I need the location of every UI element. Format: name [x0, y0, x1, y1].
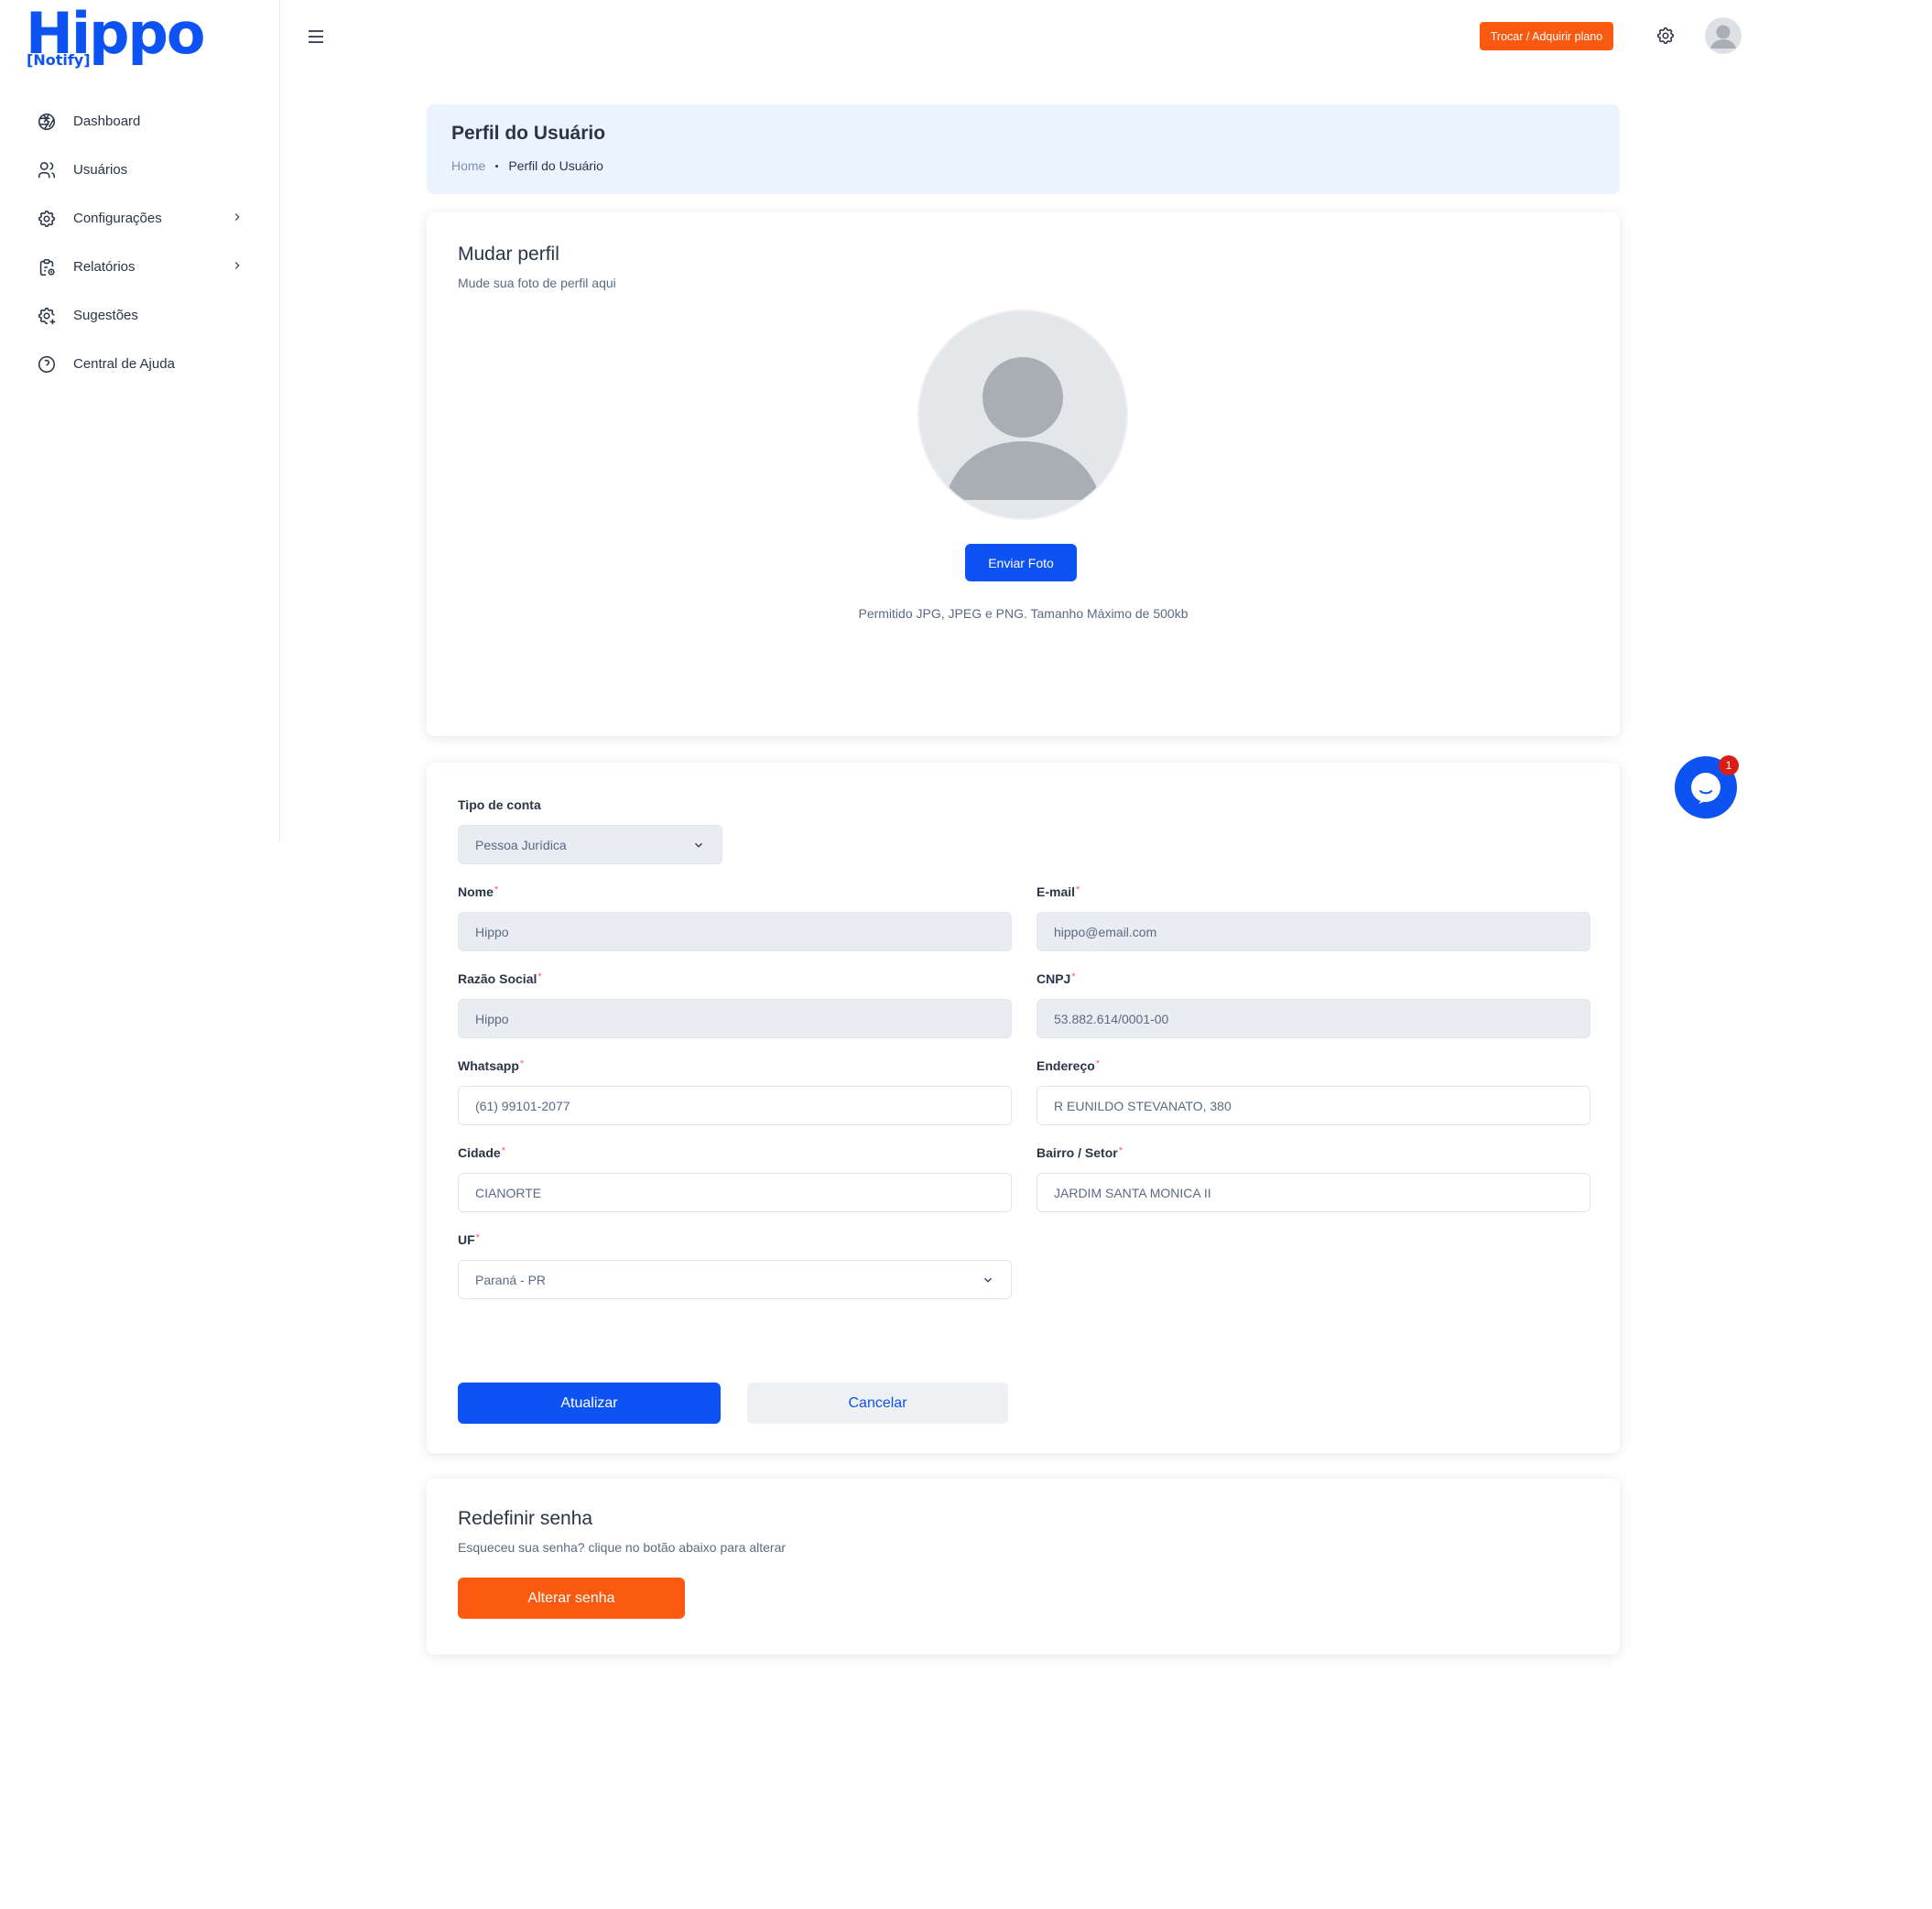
sidebar-item-label: Relatórios	[73, 259, 136, 275]
razao-social-field[interactable]	[458, 999, 1012, 1038]
settings-gear-icon[interactable]	[1655, 26, 1676, 46]
cancel-button[interactable]: Cancelar	[747, 1383, 1008, 1424]
sidebar-item-label: Dashboard	[73, 114, 141, 129]
account-type-select[interactable]: Pessoa Jurídica	[458, 825, 722, 864]
whatsapp-label: Whatsapp*	[458, 1058, 525, 1073]
menu-toggle-icon[interactable]	[305, 26, 327, 48]
cidade-label: Cidade*	[458, 1145, 505, 1160]
sidebar-nav: Dashboard Usuários Configurações Relatór…	[0, 97, 280, 388]
bairro-label: Bairro / Setor*	[1037, 1145, 1123, 1160]
uf-select[interactable]: Paraná - PR	[458, 1260, 1012, 1299]
gear-icon	[37, 209, 57, 229]
bairro-field[interactable]	[1037, 1173, 1590, 1212]
clipboard-icon	[37, 257, 57, 277]
profile-photo-card: Mudar perfil Mude sua foto de perfil aqu…	[427, 212, 1620, 736]
password-card: Redefinir senha Esqueceu sua senha? cliq…	[427, 1479, 1620, 1654]
photo-hint-text: Permitido JPG, JPEG e PNG. Tamanho Máxim…	[858, 606, 1189, 621]
razao-social-label: Razão Social*	[458, 971, 542, 986]
aperture-icon	[37, 112, 57, 132]
upload-photo-button[interactable]: Enviar Foto	[965, 544, 1077, 581]
sidebar: Hippo [Notify] Dashboard Usuários Config…	[0, 0, 280, 841]
chevron-down-icon	[692, 839, 705, 851]
plan-button[interactable]: Trocar / Adquirir plano	[1480, 22, 1613, 50]
profile-photo-placeholder	[919, 311, 1126, 518]
sidebar-item-dashboard[interactable]: Dashboard	[0, 97, 280, 146]
endereco-field[interactable]	[1037, 1086, 1590, 1125]
password-card-title: Redefinir senha	[458, 1508, 593, 1529]
page-title: Perfil do Usuário	[451, 123, 606, 144]
sidebar-item-label: Sugestões	[73, 308, 138, 323]
logo[interactable]: Hippo [Notify]	[26, 0, 205, 71]
change-password-button[interactable]: Alterar senha	[458, 1578, 685, 1619]
chevron-right-icon	[231, 259, 244, 272]
cnpj-label: CNPJ*	[1037, 971, 1076, 986]
sidebar-item-usuarios[interactable]: Usuários	[0, 146, 280, 194]
uf-label: UF*	[458, 1232, 480, 1247]
sidebar-item-central-de-ajuda[interactable]: Central de Ajuda	[0, 340, 280, 388]
page-header: Perfil do Usuário Home Perfil do Usuário	[427, 104, 1620, 194]
update-button[interactable]: Atualizar	[458, 1383, 721, 1424]
chat-notification-badge: 1	[1719, 755, 1739, 776]
profile-card-title: Mudar perfil	[458, 244, 559, 265]
nome-label: Nome*	[458, 884, 499, 899]
sidebar-item-configuracoes[interactable]: Configurações	[0, 194, 280, 243]
gear-plus-icon	[37, 306, 57, 326]
breadcrumb-separator	[495, 164, 499, 168]
logo-subtitle: [Notify]	[27, 51, 91, 69]
sidebar-item-label: Configurações	[73, 211, 162, 226]
account-type-label: Tipo de conta	[458, 797, 541, 812]
breadcrumb-current: Perfil do Usuário	[508, 158, 603, 173]
chevron-right-icon	[231, 211, 244, 223]
profile-card-subtitle: Mude sua foto de perfil aqui	[458, 276, 616, 290]
nome-field[interactable]	[458, 912, 1012, 951]
sidebar-item-sugestoes[interactable]: Sugestões	[0, 291, 280, 340]
breadcrumb: Home Perfil do Usuário	[451, 158, 603, 173]
password-card-subtitle: Esqueceu sua senha? clique no botão abai…	[458, 1540, 787, 1555]
endereco-label: Endereço*	[1037, 1058, 1101, 1073]
whatsapp-field[interactable]	[458, 1086, 1012, 1125]
chevron-down-icon	[982, 1274, 994, 1286]
sidebar-item-label: Central de Ajuda	[73, 356, 175, 372]
uf-value: Paraná - PR	[475, 1272, 547, 1287]
breadcrumb-home-link[interactable]: Home	[451, 158, 485, 173]
sidebar-item-relatorios[interactable]: Relatórios	[0, 243, 280, 291]
cnpj-field[interactable]	[1037, 999, 1590, 1038]
email-label: E-mail*	[1037, 884, 1080, 899]
user-avatar[interactable]	[1705, 17, 1742, 54]
cidade-field[interactable]	[458, 1173, 1012, 1212]
account-type-value: Pessoa Jurídica	[475, 837, 567, 852]
sidebar-item-label: Usuários	[73, 162, 128, 178]
help-circle-icon	[37, 354, 57, 374]
profile-form-card: Tipo de conta Pessoa Jurídica Nome* E-ma…	[427, 763, 1620, 1453]
email-field[interactable]	[1037, 912, 1590, 951]
users-icon	[37, 160, 57, 180]
